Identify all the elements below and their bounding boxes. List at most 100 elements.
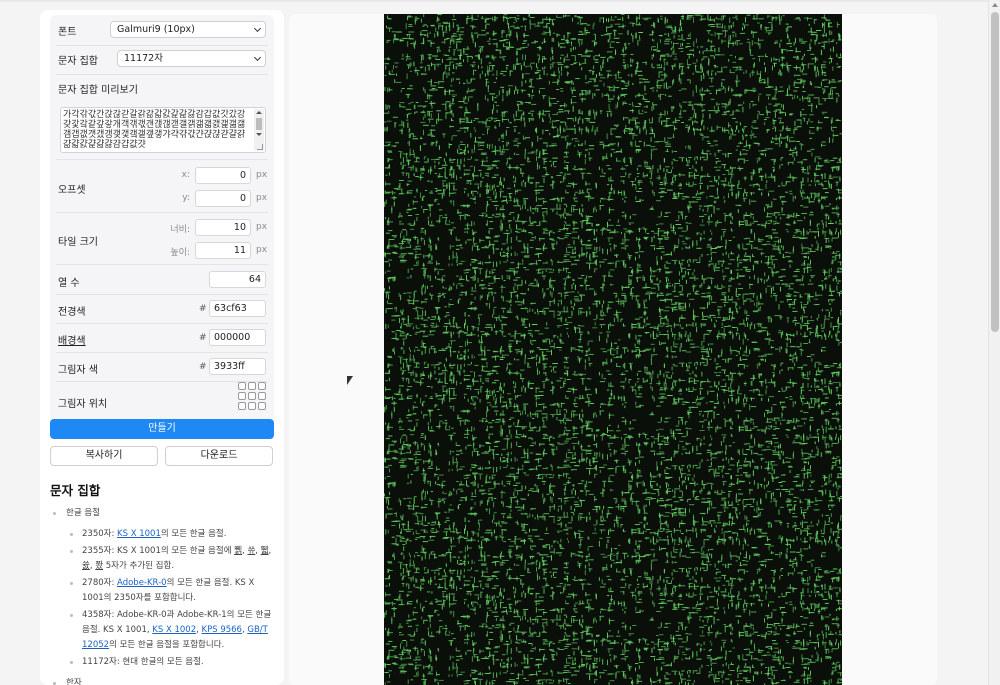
preview-text: 가각갂갃간갅갆갇갈갉갊갋갌갍갎갏감갑값갓갔강갖갗갘같갚갛개객갞갟갠갡갢갣갤갥갦갧… xyxy=(63,110,246,150)
shadow-color-label: 그림자 색 xyxy=(58,365,98,376)
font-label: 폰트 xyxy=(58,27,77,38)
tile-image xyxy=(384,14,842,685)
item-text: 의 모든 한글 음절. xyxy=(160,529,227,539)
output-panel xyxy=(289,14,937,685)
divider xyxy=(56,264,268,265)
item-text: 5자가 추가된 집합. xyxy=(103,561,175,571)
charset-select-value: 11172자 xyxy=(124,53,163,64)
divider xyxy=(56,45,268,46)
divider xyxy=(56,323,268,324)
tile-width-label: 너비: xyxy=(170,225,190,235)
list-item: 4358자: Adobe-KR-0과 Adobe-KR-1의 모든 한글 음절.… xyxy=(50,608,276,653)
charset-select[interactable]: 11172자 xyxy=(117,50,266,67)
divider xyxy=(56,352,268,353)
offset-y-unit: px xyxy=(256,193,268,203)
adobe-kr-0-link[interactable]: Adobe-KR-0 xyxy=(117,578,167,588)
font-select[interactable]: Galmuri9 (10px) xyxy=(110,21,266,38)
window-top-rule xyxy=(0,0,988,2)
item-text: 2780자: xyxy=(82,578,118,588)
scroll-up-icon[interactable] xyxy=(256,111,262,114)
shadow-pos-center[interactable] xyxy=(248,392,256,400)
tile-height-input[interactable]: 11 xyxy=(195,242,251,259)
preview-label: 문자 집합 미리보기 xyxy=(58,85,138,96)
list-group-hanja: 한자 xyxy=(50,676,276,685)
item-char: 쓠 xyxy=(82,561,90,571)
page-scroll-thumb[interactable] xyxy=(991,12,999,332)
item-text: 의 모든 한글 음절을 포함합니다. xyxy=(109,640,225,650)
item-text: 2355자: KS X 1001의 모든 한글 음절에 xyxy=(82,546,235,556)
list-item: 11172자: 현대 한글의 모든 음절. xyxy=(50,655,276,670)
offset-x-label: x: xyxy=(181,170,190,180)
divider xyxy=(56,381,268,382)
shadow-position-picker[interactable] xyxy=(238,382,266,410)
shadow-hash: # xyxy=(199,362,207,372)
bg-color-input[interactable]: 000000 xyxy=(209,329,266,346)
chevron-down-icon xyxy=(253,24,262,33)
settings-panel: 폰트 Galmuri9 (10px) 문자 집합 11172자 문자 집합 미리… xyxy=(40,10,284,685)
columns-input[interactable]: 64 xyxy=(209,271,266,288)
item-sep: , xyxy=(268,546,272,556)
settings-form: 폰트 Galmuri9 (10px) 문자 집합 11172자 문자 집합 미리… xyxy=(50,15,274,420)
shadow-pos-top-right[interactable] xyxy=(258,382,266,390)
copy-button[interactable]: 복사하기 xyxy=(50,446,158,466)
font-select-value: Galmuri9 (10px) xyxy=(117,24,195,35)
ks-x-1001-link[interactable]: KS X 1001 xyxy=(117,529,161,539)
fg-color-input[interactable]: 63cf63 xyxy=(209,300,266,317)
divider xyxy=(56,159,268,160)
bg-hash: # xyxy=(199,333,207,343)
tile-height-unit: px xyxy=(256,245,268,255)
offset-y-input[interactable]: 0 xyxy=(195,190,251,207)
charset-section-title: 문자 집합 xyxy=(50,483,101,498)
download-button[interactable]: 다운로드 xyxy=(165,446,273,466)
tile-width-input[interactable]: 10 xyxy=(195,219,251,236)
group-label: 한자 xyxy=(66,678,82,685)
offset-y-label: y: xyxy=(182,193,190,203)
divider xyxy=(56,294,268,295)
item-char: 쫬 xyxy=(95,561,104,571)
scroll-up-icon[interactable] xyxy=(992,3,998,7)
tile-width-unit: px xyxy=(256,222,268,232)
offset-x-unit: px xyxy=(256,170,268,180)
fg-hash: # xyxy=(199,304,207,314)
tile-image-canvas[interactable] xyxy=(384,14,842,685)
list-item: 2780자: Adobe-KR-0의 모든 한글 음절. KS X 1001의 … xyxy=(50,576,276,606)
kps-9566-link[interactable]: KPS 9566 xyxy=(202,625,242,635)
item-text: 2350자: xyxy=(82,529,118,539)
make-button[interactable]: 만들기 xyxy=(50,419,274,439)
tile-size-label: 타일 크기 xyxy=(58,237,98,248)
charset-list: 한글 음절 2350자: KS X 1001의 모든 한글 음절. 2355자:… xyxy=(50,506,276,685)
divider xyxy=(56,74,268,75)
shadow-pos-top-left[interactable] xyxy=(238,382,246,390)
charset-preview-textarea[interactable]: 가각갂갃간갅갆갇갈갉갊갋갌갍갎갏감갑값갓갔강갖갗갘같갚갛개객갞갟갠갡갢갣갤갥갦갧… xyxy=(60,107,266,153)
page-scrollbar[interactable] xyxy=(988,0,1000,685)
resize-grip-icon[interactable] xyxy=(257,144,263,150)
offset-x-input[interactable]: 0 xyxy=(195,167,251,184)
item-text: 11172자: 현대 한글의 모든 음절. xyxy=(82,657,204,667)
chevron-down-icon xyxy=(253,53,262,62)
list-item: 2350자: KS X 1001의 모든 한글 음절. xyxy=(50,527,276,542)
divider xyxy=(56,212,268,213)
mouse-cursor-icon xyxy=(347,376,353,385)
columns-label: 열 수 xyxy=(58,278,80,289)
shadow-pos-left[interactable] xyxy=(238,392,246,400)
charset-label: 문자 집합 xyxy=(58,56,98,67)
item-char: 쀍 xyxy=(234,546,243,556)
group-label: 한글 음절 xyxy=(66,508,100,518)
ks-x-1002-link[interactable]: KS X 1002 xyxy=(152,625,196,635)
list-group-hangul: 한글 음절 xyxy=(50,506,276,521)
tile-height-label: 높이: xyxy=(170,248,190,258)
shadow-pos-bottom-right[interactable] xyxy=(258,402,266,410)
offset-label: 오프셋 xyxy=(58,185,86,196)
bg-color-label: 배경색 xyxy=(58,336,86,347)
scroll-down-icon[interactable] xyxy=(256,133,262,136)
shadow-position-label: 그림자 위치 xyxy=(58,399,108,410)
shadow-pos-top[interactable] xyxy=(248,382,256,390)
shadow-pos-bottom-left[interactable] xyxy=(238,402,246,410)
list-item: 2355자: KS X 1001의 모든 한글 음절에 쀍, 쓔, 쀏, 쓠, … xyxy=(50,544,276,574)
scroll-thumb[interactable] xyxy=(256,118,262,130)
fg-color-label: 전경색 xyxy=(58,307,86,318)
item-char: 쀏 xyxy=(260,546,269,556)
shadow-pos-right[interactable] xyxy=(258,392,266,400)
shadow-pos-bottom[interactable] xyxy=(248,402,256,410)
shadow-color-input[interactable]: 3933ff xyxy=(209,358,266,375)
